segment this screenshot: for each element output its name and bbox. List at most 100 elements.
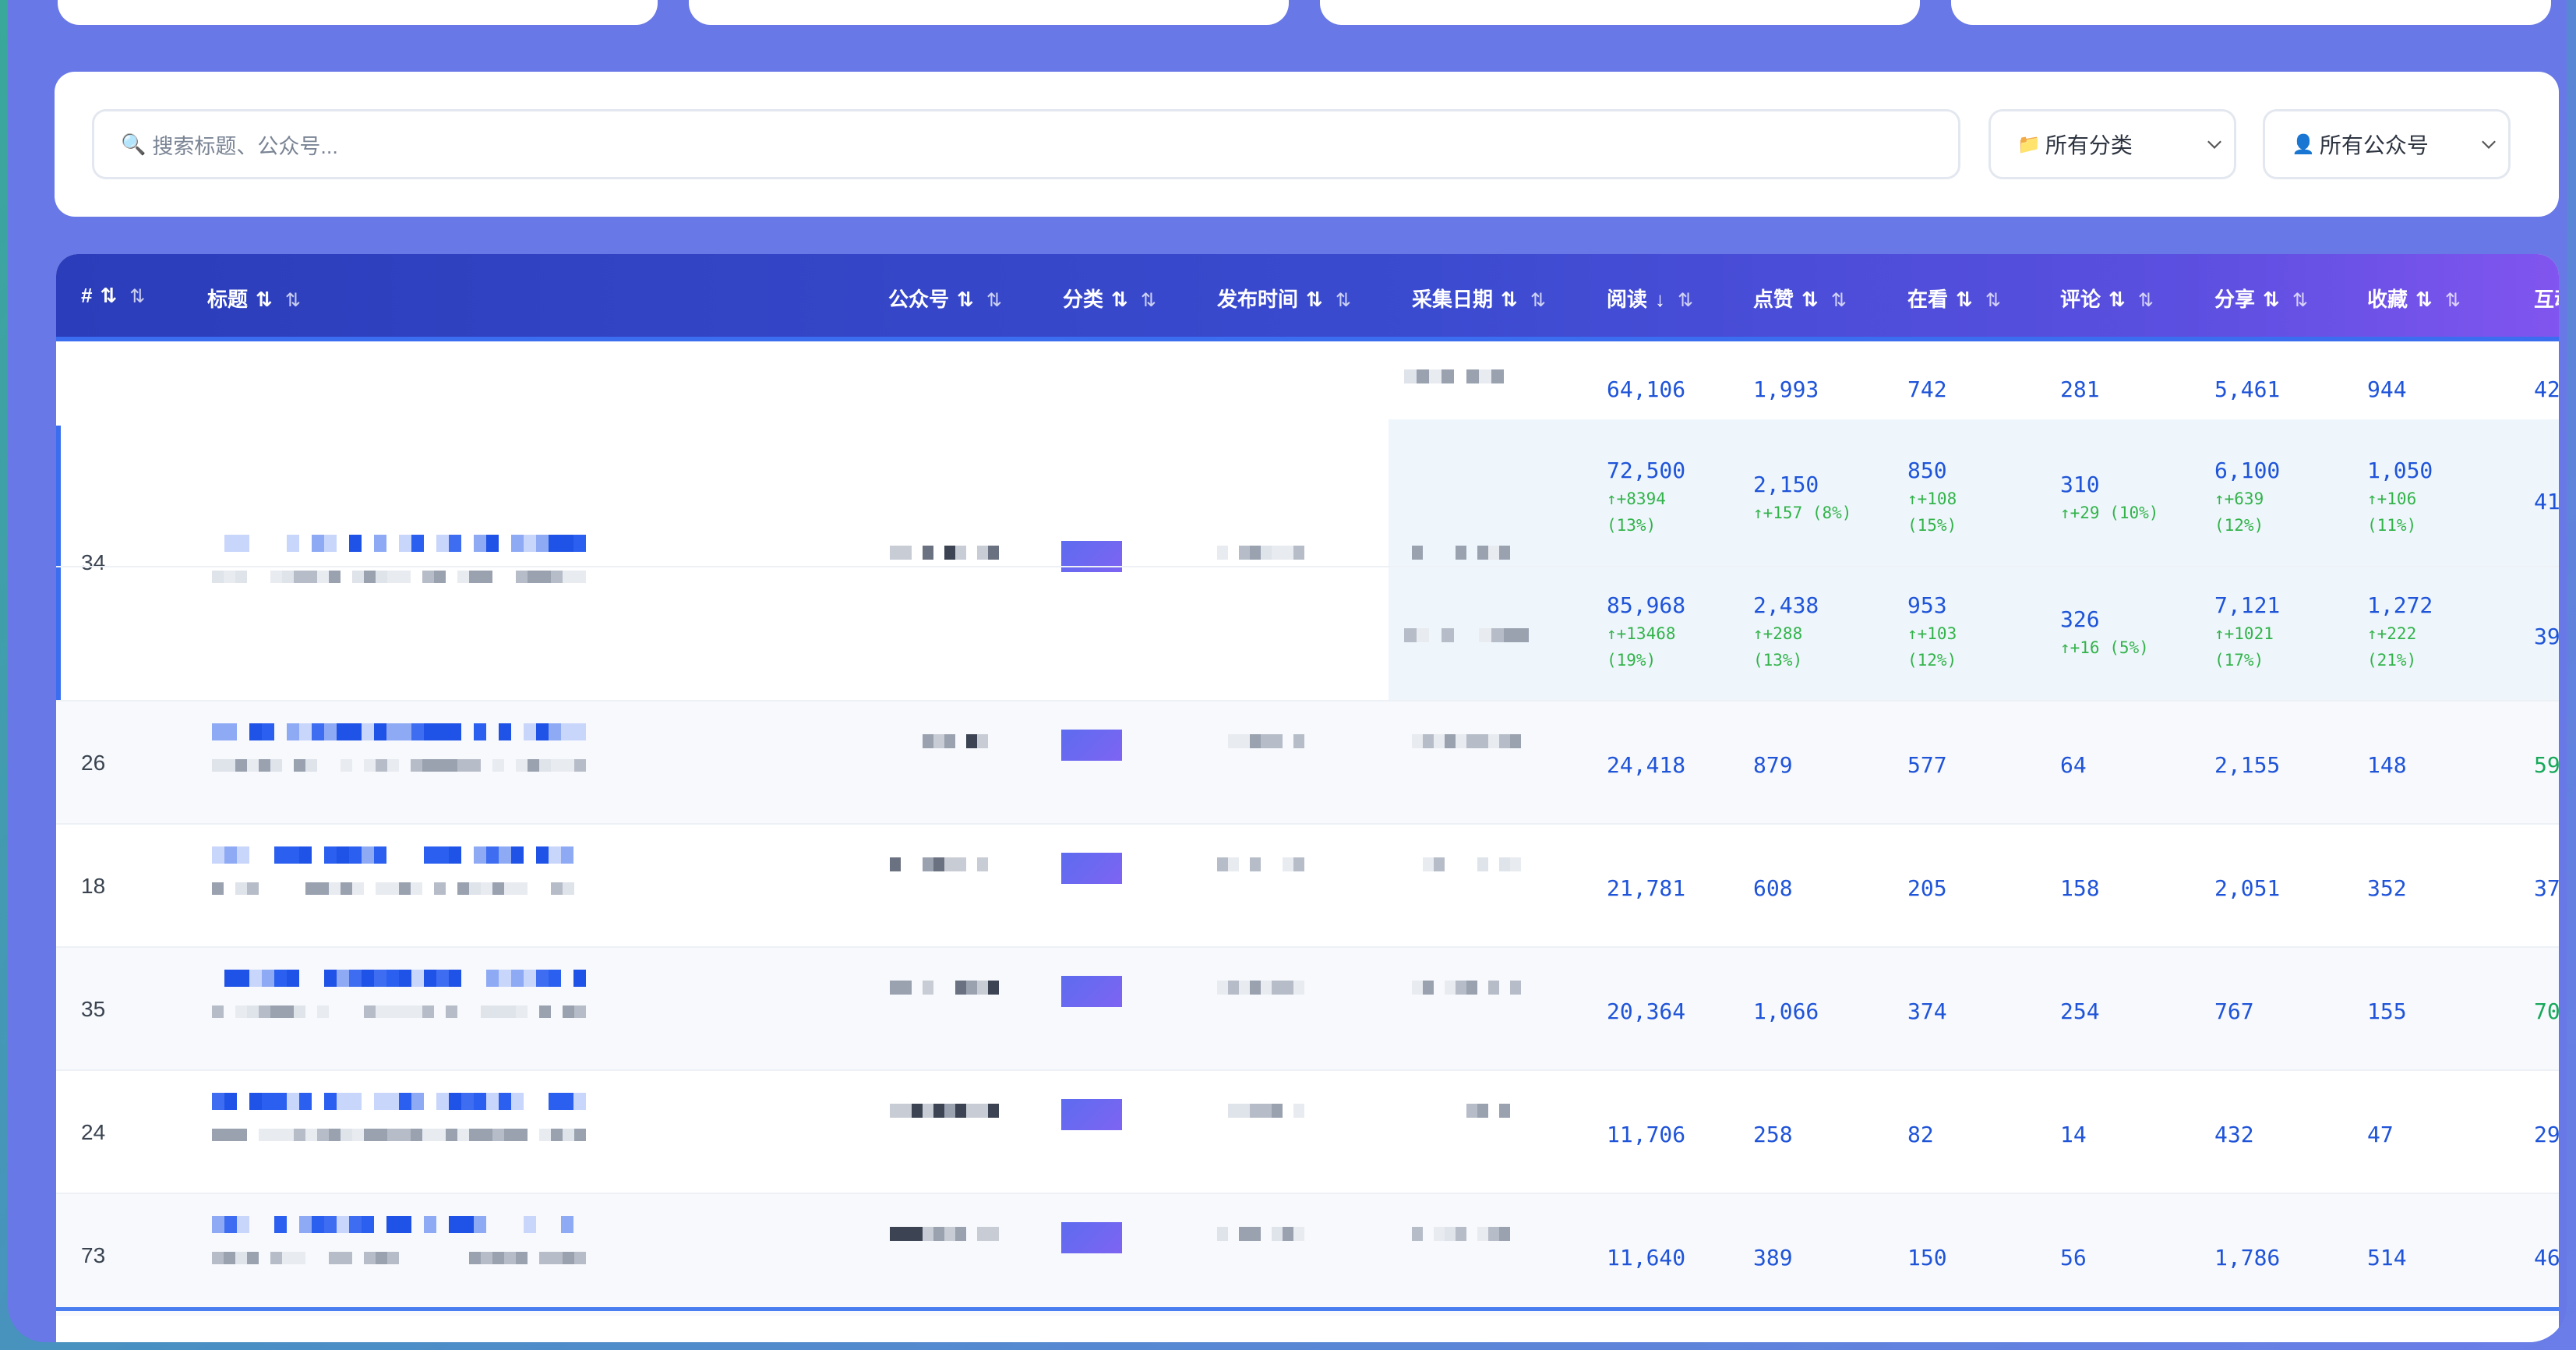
column-header-12[interactable]: 互动: [2534, 284, 2559, 313]
column-header-8[interactable]: 在看 ⇅ ⇅: [1907, 284, 2001, 313]
secondary-sort-icon[interactable]: ⇅: [2138, 290, 2154, 311]
metric-delta: ↑+106: [2367, 489, 2417, 508]
metric-share: 7,121 ↑+1021 (17%): [2214, 591, 2280, 673]
account-select[interactable]: 👤 所有公众号: [2263, 109, 2511, 179]
category-select[interactable]: 📁 所有分类: [1988, 109, 2236, 179]
secondary-sort-icon[interactable]: ⇅: [986, 290, 1002, 311]
column-header-label: 点赞: [1753, 288, 1794, 311]
stat-card-4: [1951, 0, 2551, 25]
metric-value: 254: [2060, 998, 2100, 1024]
column-header-5[interactable]: 采集日期 ⇅ ⇅: [1412, 284, 1546, 313]
metric-value: 1,272: [2367, 592, 2433, 618]
table-row[interactable]: 85,968 ↑+13468 (19%) 2,438 ↑+288 (13%) 953 ↑+10…: [56, 566, 2559, 700]
column-header-1[interactable]: 标题 ⇅ ⇅: [207, 284, 301, 313]
table-row[interactable]: 64,106 1,993 742 281 5,461 944 42.: [56, 341, 2559, 433]
sort-icon[interactable]: ⇅: [2108, 288, 2126, 311]
table-row[interactable]: 73 11,640 389 150 56 1,786 514 46.: [56, 1193, 2559, 1316]
metric-interact: 59.: [2534, 751, 2559, 780]
table-row[interactable]: 24 11,706 258 82 14 432 47 29.: [56, 1069, 2559, 1193]
metric-value: 7,121: [2214, 592, 2281, 618]
secondary-sort-icon[interactable]: ⇅: [1336, 290, 1351, 311]
category-badge-redacted: [1061, 976, 1122, 1007]
sort-icon[interactable]: ↓: [1655, 288, 1665, 311]
sort-icon[interactable]: ⇅: [100, 284, 117, 307]
secondary-sort-icon[interactable]: ⇅: [1831, 290, 1847, 311]
metric-share: 5,461: [2214, 375, 2280, 405]
metric-fav: 155: [2367, 997, 2407, 1027]
column-header-4[interactable]: 发布时间 ⇅ ⇅: [1217, 284, 1351, 313]
metric-watch: 150: [1907, 1243, 1947, 1273]
sort-icon[interactable]: ⇅: [2263, 288, 2280, 311]
metric-comment: 158: [2060, 874, 2100, 903]
table-row[interactable]: 35 20,364 1,066 374 254 767 155 70.: [56, 946, 2559, 1069]
metric-value: 24,418: [1607, 752, 1686, 778]
metric-interact: 70.: [2534, 997, 2559, 1027]
secondary-sort-icon[interactable]: ⇅: [1678, 290, 1693, 311]
sort-icon[interactable]: ⇅: [256, 288, 273, 311]
metric-interact: 37.: [2534, 874, 2559, 903]
metric-watch: 374: [1907, 997, 1947, 1027]
metric-read: 11,706: [1607, 1120, 1685, 1150]
sort-icon[interactable]: ⇅: [1956, 288, 1973, 311]
column-header-2[interactable]: 公众号 ⇅ ⇅: [888, 284, 1002, 313]
sort-icon[interactable]: ⇅: [1801, 288, 1819, 311]
metric-fav: 514: [2367, 1243, 2407, 1273]
metric-value: 953: [1907, 592, 1947, 618]
table-row[interactable]: 18 21,781 608 205 158 2,051 352 37.: [56, 823, 2559, 946]
search-input[interactable]: 🔍 搜索标题、公众号...: [92, 109, 1960, 179]
category-badge-redacted: [1061, 1222, 1122, 1253]
metric-delta-percent: (11%): [2367, 516, 2417, 535]
metric-interact: 41.: [2534, 487, 2559, 517]
metric-delta: ↑+157 (8%): [1753, 504, 1852, 522]
column-header-10[interactable]: 分享 ⇅ ⇅: [2214, 284, 2308, 313]
app-frame: 🔍 搜索标题、公众号... 📁 所有分类 👤 所有公众号 # ⇅ ⇅ 标题 ⇅ ⇅ 公众号 ⇅…: [8, 0, 2567, 1342]
metric-interact: 39.: [2534, 622, 2559, 652]
folder-icon: 📁: [2017, 133, 2041, 155]
secondary-sort-icon[interactable]: ⇅: [129, 286, 145, 307]
table-row[interactable]: 26 24,418 879 577 64 2,155 148 59.: [56, 700, 2559, 823]
metric-value: 41.: [2534, 489, 2559, 514]
metric-comment: 56: [2060, 1243, 2087, 1273]
row-index: 18: [81, 874, 106, 898]
metric-value: 59.: [2534, 752, 2559, 778]
metric-like: 1,066: [1753, 997, 1819, 1027]
column-header-3[interactable]: 分类 ⇅ ⇅: [1063, 284, 1156, 313]
metric-delta-percent: (21%): [2367, 651, 2417, 670]
secondary-sort-icon[interactable]: ⇅: [2292, 290, 2308, 311]
metric-delta: ↑+16 (5%): [2060, 638, 2149, 657]
secondary-sort-icon[interactable]: ⇅: [2445, 290, 2461, 311]
table-header: # ⇅ ⇅ 标题 ⇅ ⇅ 公众号 ⇅ ⇅ 分类 ⇅ ⇅ 发布时间 ⇅ ⇅ 采集日期 ⇅ ⇅ 阅读 ↓ ⇅ 点赞 ⇅ ⇅ 在看 ⇅ ⇅…: [56, 254, 2559, 341]
metric-value: 1,786: [2214, 1245, 2281, 1270]
metric-value: 389: [1753, 1245, 1793, 1270]
column-header-9[interactable]: 评论 ⇅ ⇅: [2060, 284, 2154, 313]
chevron-down-icon: [2207, 135, 2221, 149]
sort-icon[interactable]: ⇅: [1306, 288, 1323, 311]
secondary-sort-icon[interactable]: ⇅: [1985, 290, 2001, 311]
metric-delta-percent: (12%): [1907, 651, 1957, 670]
sort-icon[interactable]: ⇅: [2415, 288, 2433, 311]
chevron-down-icon: [2482, 135, 2496, 149]
metric-read: 21,781: [1607, 874, 1685, 903]
metric-interact: 29.: [2534, 1120, 2559, 1150]
metric-watch: 82: [1907, 1120, 1934, 1150]
metric-delta-percent: (15%): [1907, 516, 1957, 535]
column-header-11[interactable]: 收藏 ⇅ ⇅: [2367, 284, 2461, 313]
column-header-6[interactable]: 阅读 ↓ ⇅: [1607, 284, 1693, 313]
table-row[interactable]: 34 72,500 ↑+8394 (13%) 2,150 ↑+157 (8%) 850 ↑+1…: [56, 433, 2559, 583]
stat-card-1: [58, 0, 658, 25]
column-header-0[interactable]: # ⇅ ⇅: [81, 284, 145, 308]
metric-value: 150: [1907, 1245, 1947, 1270]
metric-value: 281: [2060, 376, 2100, 402]
secondary-sort-icon[interactable]: ⇅: [285, 290, 301, 311]
metric-value: 37.: [2534, 875, 2559, 901]
metric-value: 2,438: [1753, 592, 1819, 618]
sort-icon[interactable]: ⇅: [1111, 288, 1128, 311]
sort-icon[interactable]: ⇅: [957, 288, 974, 311]
column-header-label: 收藏: [2367, 288, 2408, 311]
secondary-sort-icon[interactable]: ⇅: [1530, 290, 1546, 311]
sort-icon[interactable]: ⇅: [1501, 288, 1518, 311]
secondary-sort-icon[interactable]: ⇅: [1141, 290, 1156, 311]
metric-like: 389: [1753, 1243, 1793, 1273]
metric-read: 64,106: [1607, 375, 1685, 405]
column-header-7[interactable]: 点赞 ⇅ ⇅: [1753, 284, 1847, 313]
